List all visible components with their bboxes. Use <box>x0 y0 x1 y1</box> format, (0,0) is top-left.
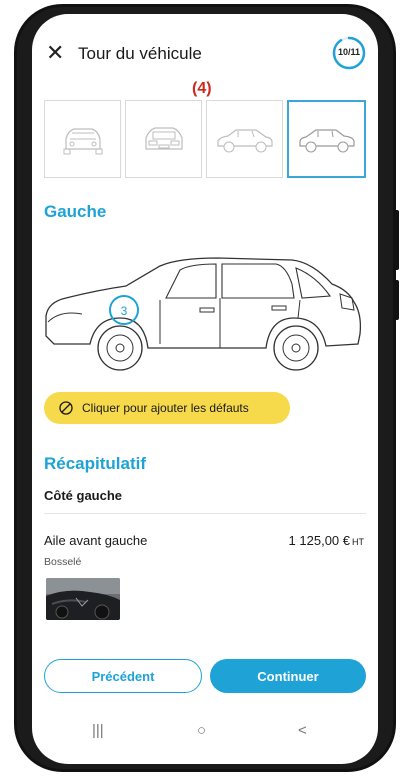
damage-marker-number[interactable]: 3 <box>121 304 128 318</box>
thumbnail-rear-view[interactable] <box>125 100 202 178</box>
car-left-side-diagram: 3 <box>45 257 362 371</box>
car-rear-icon <box>144 127 183 150</box>
defect-item-price: 1 125,00 € HT <box>289 533 364 548</box>
defect-photo[interactable] <box>46 578 120 620</box>
footer-actions: Précédent Continuer <box>44 659 366 693</box>
phone-side-button <box>393 280 399 320</box>
recents-button[interactable]: ||| <box>92 722 104 739</box>
app-screen: ✕ Tour du véhicule 10/11 (4) Gauche 3 Cl… <box>32 14 378 764</box>
car-front-icon <box>63 128 102 155</box>
progress-text: 10/11 <box>337 47 361 57</box>
page-title: Tour du véhicule <box>78 44 202 63</box>
car-left-side-icon <box>298 129 355 153</box>
price-value: 1 125,00 € <box>288 533 350 548</box>
back-button[interactable]: < <box>298 722 307 739</box>
tap-icon <box>59 401 73 415</box>
home-button[interactable]: ○ <box>197 722 206 739</box>
recap-title: Récapitulatif <box>44 454 147 473</box>
section-title: Gauche <box>44 202 107 221</box>
progress-indicator: 10/11 <box>332 36 366 70</box>
defect-item-status: Bosselé <box>44 556 82 568</box>
continue-button[interactable]: Continuer <box>210 659 366 693</box>
price-suffix: HT <box>352 537 364 547</box>
thumbnail-right-view[interactable] <box>206 100 283 178</box>
previous-button[interactable]: Précédent <box>44 659 202 693</box>
close-icon[interactable]: ✕ <box>46 42 64 64</box>
header: ✕ Tour du véhicule 10/11 <box>32 36 378 72</box>
step-label: (4) <box>192 80 212 97</box>
side-title: Côté gauche <box>44 488 123 503</box>
phone-side-button <box>393 210 399 270</box>
thumbnail-left-view[interactable] <box>287 100 366 178</box>
car-right-side-icon <box>216 129 273 153</box>
car-diagram[interactable]: 3 <box>40 244 370 382</box>
damage-photo-image <box>46 578 120 620</box>
add-defects-button[interactable]: Cliquer pour ajouter les défauts <box>44 392 290 424</box>
view-thumbnails <box>44 100 366 178</box>
divider <box>44 513 366 514</box>
defect-item-name: Aile avant gauche <box>44 533 148 548</box>
add-defects-label: Cliquer pour ajouter les défauts <box>82 401 249 415</box>
system-navbar: ||| ○ < <box>32 714 378 750</box>
thumbnail-front-view[interactable] <box>44 100 121 178</box>
